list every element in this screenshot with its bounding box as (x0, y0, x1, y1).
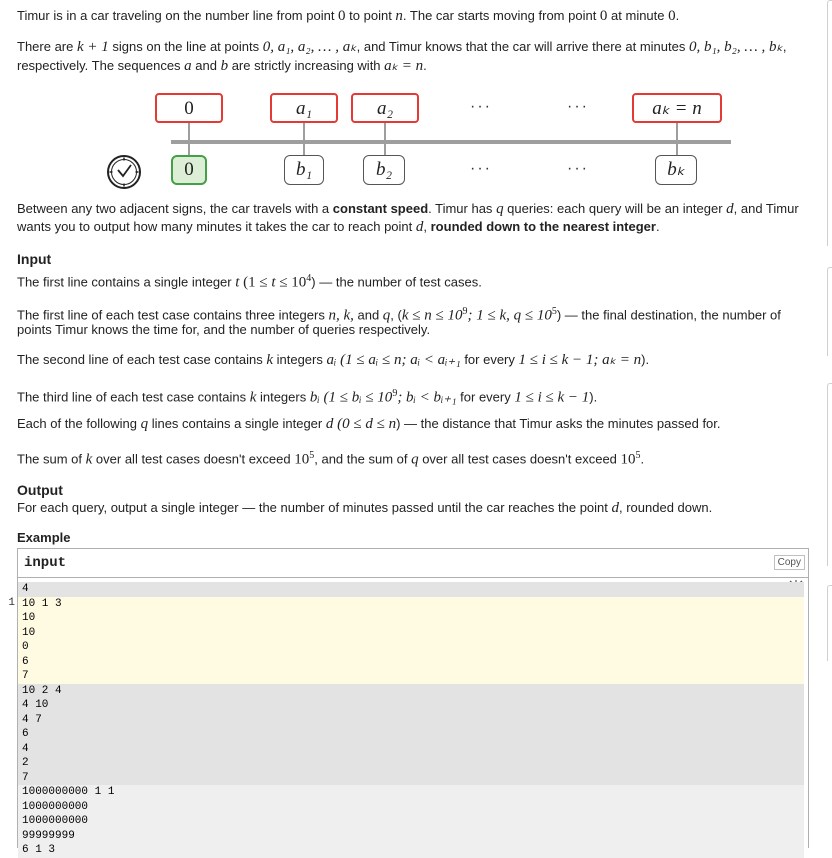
side-panel-edge (827, 383, 832, 566)
copy-button[interactable]: Copy (773, 555, 805, 570)
sign-point-0: 0 (155, 93, 223, 123)
between-line-2: wants you to output how many minutes it … (17, 219, 660, 235)
sample-input-line: 4 10 (18, 698, 804, 713)
sample-input-line: 10 2 4 (18, 683, 804, 698)
time-box-b1: b₁ (284, 155, 324, 185)
sign-point-ak: aₖ = n (632, 93, 722, 123)
sample-input-line: 4 7 (18, 712, 804, 727)
tick-0 (188, 123, 190, 156)
input-paragraph-5: Each of the following q lines contains a… (17, 416, 721, 432)
output-heading: Output (17, 482, 63, 498)
input-paragraph-1: The first line contains a single integer… (17, 273, 482, 291)
number-line-diagram: 0 a₁ a₂ ··· ··· aₖ = n 0 b₁ b₂ ··· ··· b… (17, 93, 809, 193)
time-box-bk: bₖ (655, 155, 697, 185)
tick-ak (676, 123, 678, 156)
sample-input-line: 1000000000 (18, 799, 804, 814)
time-box-0: 0 (171, 155, 207, 185)
clock-icon (105, 153, 143, 191)
side-panel-edge (827, 267, 832, 356)
sample-input-line: 99999999 (18, 828, 804, 843)
sample-input-line: 4 (18, 741, 804, 756)
intro-line-3: respectively. The sequences a and b are … (17, 58, 427, 74)
sample-input-line: 1000000000 (18, 814, 804, 829)
between-line-1: Between any two adjacent signs, the car … (17, 201, 799, 217)
tick-a1 (303, 123, 305, 156)
input-heading: Input (17, 251, 52, 267)
line-number: 1 (8, 597, 15, 609)
sample-input-line: 10 1 3 (18, 596, 804, 611)
sample-input-line: 2 (18, 756, 804, 771)
time-box-b2: b₂ (363, 155, 405, 185)
intro-line-2: There are k + 1 signs on the line at poi… (17, 39, 787, 55)
sample-input-line: 10 (18, 611, 804, 626)
side-panel-edge (827, 585, 832, 661)
input-paragraph-6: The sum of k over all test cases doesn't… (17, 450, 645, 468)
sample-input-line: 6 (18, 654, 804, 669)
side-panel-edge (827, 0, 832, 246)
intro-line-1: Timur is in a car traveling on the numbe… (17, 8, 680, 24)
sample-input-line: 6 (18, 727, 804, 742)
number-line (171, 140, 731, 144)
sample-input-title: input (18, 549, 808, 578)
sample-input-line: 6 1 3 (18, 843, 804, 858)
sample-input-line: 7 (18, 770, 804, 785)
sign-point-a1: a₁ (270, 93, 338, 123)
sample-input-line: 7 (18, 669, 804, 684)
tick-a2 (384, 123, 386, 156)
sample-input-lines: 4 10 1 3 10 10 0 6 7 10 2 44 10 4 7 6 4 2 7 100000000… (18, 579, 808, 858)
sample-input-block: input Copy 4 10 1 3 10 10 0 6 7 10 2 44 10 4 764… (17, 548, 809, 858)
ellipsis-bottom-1: ··· (470, 160, 492, 177)
input-paragraph-2b: points Timur knows the time for, and the… (17, 322, 431, 337)
sample-input-line: 10 (18, 625, 804, 640)
input-paragraph-3: The second line of each test case contai… (17, 352, 650, 368)
sample-input-line: 1000000000 1 1 (18, 785, 804, 800)
sign-point-a2: a₂ (351, 93, 419, 123)
output-paragraph: For each query, output a single integer … (17, 500, 713, 516)
input-paragraph-4: The third line of each test case contain… (17, 388, 598, 406)
sample-input-line: 4 (18, 582, 804, 597)
ellipsis-top-2: ··· (567, 98, 589, 115)
ellipsis-bottom-2: ··· (567, 160, 589, 177)
example-heading: Example (17, 530, 71, 545)
sample-input-line: 0 (18, 640, 804, 655)
ellipsis-top-1: ··· (470, 98, 492, 115)
